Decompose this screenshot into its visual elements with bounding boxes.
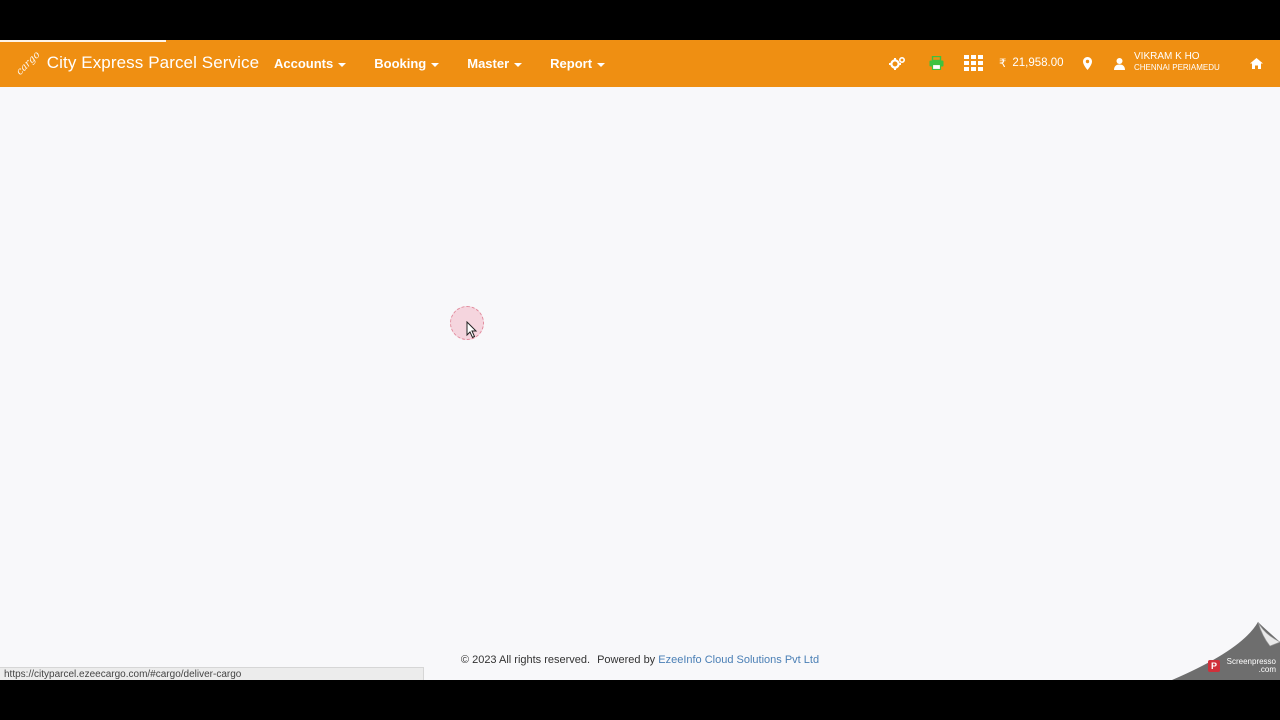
browser-status-url: https://cityparcel.ezeecargo.com/#cargo/…	[0, 667, 424, 680]
location-pin-icon[interactable]	[1081, 54, 1093, 72]
top-navbar: cargo City Express Parcel Service Accoun…	[0, 40, 1280, 87]
company-link[interactable]: EzeeInfo Cloud Solutions Pvt Ltd	[658, 654, 819, 666]
menu-label: Accounts	[274, 56, 334, 71]
screenpresso-watermark: P Screenpresso .com	[1172, 620, 1280, 680]
mouse-cursor-icon	[466, 321, 478, 339]
watermark-text: Screenpresso .com	[1227, 658, 1276, 674]
menu-label: Report	[550, 56, 593, 71]
caret-down-icon	[431, 62, 440, 67]
user-name: VIKRAM K HO	[1134, 51, 1200, 62]
main-content-area	[0, 87, 1280, 647]
settings-cogs-icon[interactable]	[888, 54, 906, 72]
user-location: CHENNAI PERIAMEDU	[1134, 63, 1220, 72]
watermark-line2: .com	[1258, 665, 1276, 674]
menu-label: Master	[467, 56, 510, 71]
print-icon[interactable]	[928, 54, 944, 72]
brand-name: City Express Parcel Service	[46, 53, 260, 72]
user-icon	[1114, 58, 1125, 70]
menu-master[interactable]: Master	[467, 56, 523, 71]
app-window: cargo City Express Parcel Service Accoun…	[0, 40, 1280, 680]
menu-report[interactable]: Report	[550, 56, 606, 71]
home-icon[interactable]	[1249, 54, 1263, 72]
footer: © 2023 All rights reserved. Powered by Ez…	[0, 654, 1280, 666]
screenpresso-logo: P	[1208, 660, 1220, 672]
caret-down-icon	[597, 62, 606, 67]
wallet-balance[interactable]: ₹ 21,958.00	[999, 56, 1064, 70]
menu-booking[interactable]: Booking	[374, 56, 440, 71]
main-menu: Accounts Booking Master Report	[274, 40, 633, 87]
powered-by-label: Powered by	[597, 654, 656, 666]
menu-accounts[interactable]: Accounts	[274, 56, 347, 71]
copyright-text: © 2023 All rights reserved.	[460, 654, 591, 666]
rupee-icon: ₹	[999, 58, 1007, 70]
balance-amount: 21,958.00	[1012, 57, 1064, 69]
brand-logo: cargo	[14, 48, 43, 78]
apps-grid-icon[interactable]	[963, 54, 983, 72]
loading-progress-bar	[0, 40, 166, 42]
caret-down-icon	[338, 62, 347, 67]
menu-label: Booking	[374, 56, 427, 71]
caret-down-icon	[514, 62, 523, 67]
brand[interactable]: cargo City Express Parcel Service	[14, 48, 260, 78]
user-menu[interactable]: VIKRAM K HO CHENNAI PERIAMEDU	[1114, 51, 1220, 73]
